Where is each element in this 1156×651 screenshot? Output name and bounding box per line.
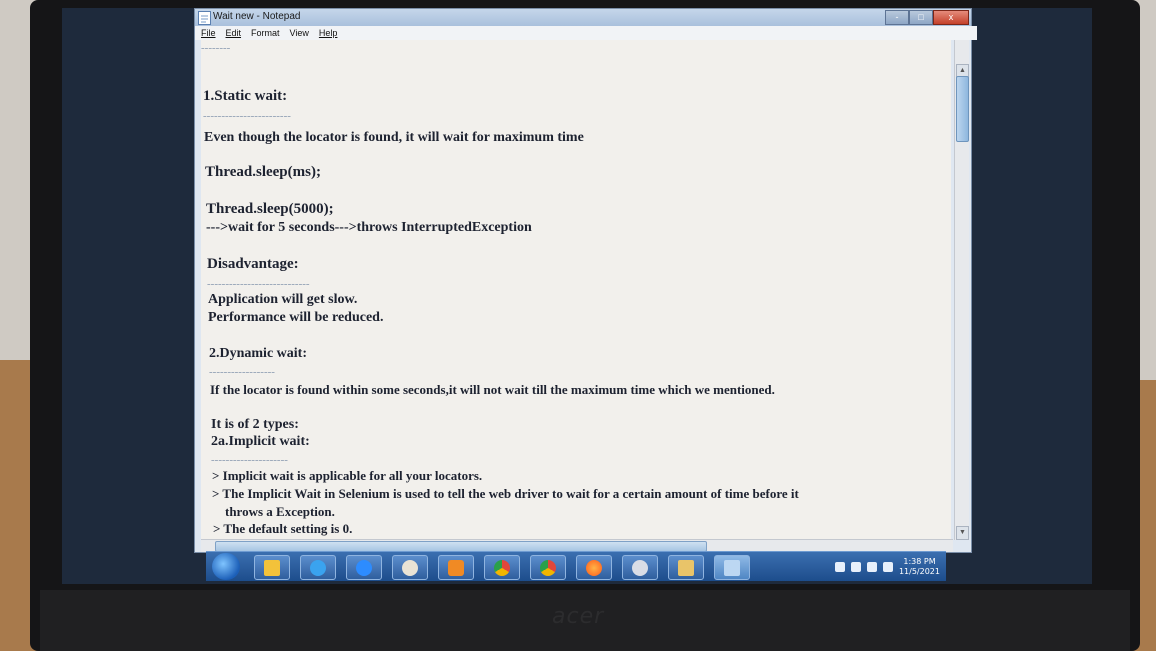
menu-edit[interactable]: Edit [226,28,242,38]
maximize-button[interactable]: □ [909,10,933,25]
chrome-glyph [494,559,510,576]
firefox-glyph [586,559,602,576]
editor-line: Thread.sleep(5000); [206,201,334,217]
notepad-window: Wait new - Notepad - □ x File Edit Forma… [194,8,977,553]
vertical-scroll-thumb[interactable] [956,76,969,142]
editor-line: It is of 2 types: [211,417,299,432]
window-title: Wait new - Notepad [213,11,301,22]
chrome-icon[interactable] [484,555,520,580]
editor-line: > The default setting is 0. [213,521,353,536]
firefox-icon[interactable] [576,555,612,580]
notepad-icon[interactable] [714,555,750,580]
text-editor[interactable]: -------- 1.Static wait: ----------------… [201,40,951,540]
editor-line: Performance will be reduced. [208,310,384,325]
laptop-brand-logo: acer [552,604,605,629]
media-player-icon[interactable] [438,555,474,580]
editor-line: -------- [201,42,231,54]
explorer-icon[interactable] [254,555,290,580]
editor-line: Disadvantage: [207,256,299,272]
menu-view[interactable]: View [290,28,309,38]
notepad-app-icon [198,11,211,25]
menu-file[interactable]: File [201,28,216,38]
system-tray: 1:38 PM 11/5/2021 [834,555,940,578]
editor-line: > Implicit wait is applicable for all yo… [212,468,483,483]
editor-line: Thread.sleep(ms); [205,164,321,180]
app-glyph [632,559,648,576]
editor-line: > The Implicit Wait in Selenium is used … [212,486,799,501]
editor-line: ------------------ [209,366,275,378]
minimize-button[interactable]: - [885,10,909,25]
notepad-glyph [724,559,740,576]
explorer-glyph [264,559,280,576]
title-bar[interactable]: Wait new - Notepad - □ x [195,9,971,26]
action-center-icon[interactable] [866,561,877,572]
editor-line: If the locator is found within some seco… [210,382,775,397]
system-clock[interactable]: 1:38 PM 11/5/2021 [899,557,940,577]
zoom-icon[interactable] [346,555,382,580]
menu-format[interactable]: Format [251,28,280,38]
show-hidden-icons-icon[interactable] [834,561,845,572]
vertical-scrollbar[interactable]: ▲ ▼ [954,40,969,540]
chrome-alt-icon[interactable] [530,555,566,580]
editor-line: 2a.Implicit wait: [211,434,310,449]
editor-line: --->wait for 5 seconds--->throws Interru… [206,220,532,235]
paint-glyph [402,559,418,576]
editor-line: Even though the locator is found, it wil… [204,130,584,145]
taskbar: 1:38 PM 11/5/2021 [206,551,946,581]
paint-icon[interactable] [392,555,428,580]
editor-line: 2.Dynamic wait: [209,346,307,361]
ie-icon[interactable] [300,555,336,580]
editor-line: Application will get slow. [208,292,358,307]
clock-time: 1:38 PM [903,556,936,566]
media-glyph [448,559,464,576]
editor-line: ---------------------------- [207,278,310,290]
start-button[interactable] [212,553,240,580]
editor-line: --------------------- [211,454,288,466]
editor-line: 1.Static wait: [203,88,288,104]
close-button[interactable]: x [933,10,969,25]
zoom-glyph [356,559,372,576]
scroll-down-icon[interactable]: ▼ [956,526,969,540]
window-controls: - □ x [885,10,969,25]
menu-help[interactable]: Help [319,28,338,38]
editor-line: ------------------------ [203,110,291,122]
editor-line: throws a Exception. [225,504,335,519]
photos-glyph [678,559,694,576]
network-icon[interactable] [850,561,861,572]
ie-glyph [310,559,326,576]
monitor-screen: Wait new - Notepad - □ x File Edit Forma… [62,8,1092,584]
photos-icon[interactable] [668,555,704,580]
app-icon[interactable] [622,555,658,580]
menu-bar: File Edit Format View Help [195,26,977,40]
clock-date: 11/5/2021 [898,566,940,576]
chrome-alt-glyph [540,559,556,576]
volume-icon[interactable] [882,561,893,572]
